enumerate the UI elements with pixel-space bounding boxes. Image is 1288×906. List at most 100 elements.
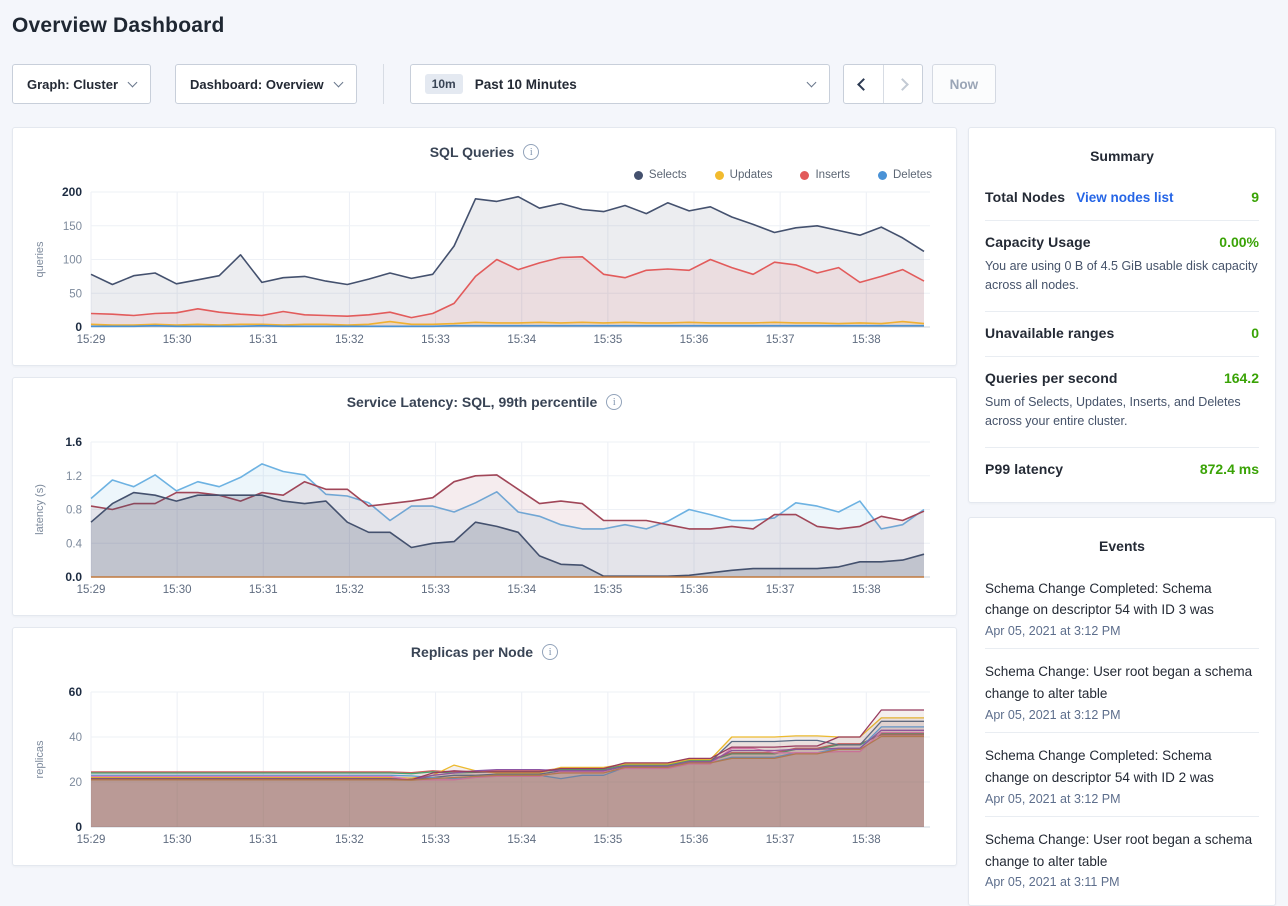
legend-label: Inserts <box>815 169 850 181</box>
chart-legend <box>29 664 940 686</box>
time-range-dropdown[interactable]: 10m Past 10 Minutes <box>410 64 830 104</box>
svg-text:15:32: 15:32 <box>335 584 364 596</box>
time-range-badge: 10m <box>425 74 463 94</box>
info-icon[interactable] <box>523 144 539 160</box>
main-content: SQL Queries Selects Updates Inserts Deletes… <box>12 127 1276 906</box>
summary-value: 0.00% <box>1219 234 1259 250</box>
sql-queries-plot[interactable]: 15:2915:3015:3115:3215:3315:3415:3515:36… <box>29 186 942 349</box>
svg-text:15:35: 15:35 <box>593 834 622 846</box>
svg-text:15:33: 15:33 <box>421 834 450 846</box>
svg-text:200: 200 <box>62 186 82 199</box>
summary-value: 0 <box>1251 325 1259 341</box>
side-column: Summary Total Nodes View nodes list 9 Ca… <box>968 127 1276 906</box>
svg-text:15:30: 15:30 <box>163 834 192 846</box>
legend-dot-icon <box>878 171 887 180</box>
svg-text:15:30: 15:30 <box>163 334 192 346</box>
svg-text:15:32: 15:32 <box>335 834 364 846</box>
now-button[interactable]: Now <box>932 64 997 104</box>
event-timestamp: Apr 05, 2021 at 3:12 PM <box>985 792 1259 806</box>
svg-text:15:33: 15:33 <box>421 334 450 346</box>
event-text[interactable]: Schema Change: User root began a schema … <box>985 661 1259 705</box>
svg-text:15:34: 15:34 <box>507 334 536 346</box>
legend-label: Selects <box>649 169 687 181</box>
legend-item[interactable]: Selects <box>634 169 687 181</box>
summary-subtext: You are using 0 B of 4.5 GiB usable disk… <box>985 257 1259 296</box>
time-next-button[interactable] <box>883 65 922 103</box>
svg-text:15:36: 15:36 <box>680 834 709 846</box>
svg-text:15:37: 15:37 <box>766 584 795 596</box>
svg-text:150: 150 <box>63 221 82 233</box>
summary-label: Capacity Usage <box>985 234 1091 250</box>
legend-dot-icon <box>715 171 724 180</box>
event-text[interactable]: Schema Change Completed: Schema change o… <box>985 745 1259 789</box>
event-timestamp: Apr 05, 2021 at 3:12 PM <box>985 708 1259 722</box>
summary-label: Unavailable ranges <box>985 325 1114 341</box>
legend-item[interactable]: Inserts <box>800 169 850 181</box>
time-prev-button[interactable] <box>844 65 883 103</box>
event-text[interactable]: Schema Change: User root began a schema … <box>985 829 1259 873</box>
svg-text:15:29: 15:29 <box>77 834 106 846</box>
graph-dropdown[interactable]: Graph: Cluster <box>12 64 151 104</box>
page-title: Overview Dashboard <box>12 14 1276 38</box>
legend-item[interactable]: Deletes <box>878 169 932 181</box>
svg-text:15:36: 15:36 <box>680 334 709 346</box>
summary-panel: Summary Total Nodes View nodes list 9 Ca… <box>968 127 1276 503</box>
event-text[interactable]: Schema Change Completed: Schema change o… <box>985 578 1259 622</box>
service-latency-plot[interactable]: 15:2915:3015:3115:3215:3315:3415:3515:36… <box>29 436 942 599</box>
svg-text:0: 0 <box>75 320 82 334</box>
dashboard-dropdown-label: Dashboard: Overview <box>190 77 324 92</box>
summary-label: P99 latency <box>985 461 1063 477</box>
svg-text:15:31: 15:31 <box>249 334 278 346</box>
sql-queries-chart-card: SQL Queries Selects Updates Inserts Deletes… <box>12 127 957 366</box>
svg-text:15:29: 15:29 <box>77 584 106 596</box>
summary-row-capacity-usage: Capacity Usage 0.00% You are using 0 B o… <box>985 221 1259 312</box>
chevron-left-icon <box>857 78 870 91</box>
toolbar: Graph: Cluster Dashboard: Overview 10m P… <box>12 64 1276 104</box>
info-icon[interactable] <box>606 394 622 410</box>
svg-text:15:37: 15:37 <box>766 334 795 346</box>
summary-row-queries-per-second: Queries per second 164.2 Sum of Selects,… <box>985 357 1259 448</box>
summary-label: Total Nodes <box>985 189 1065 205</box>
svg-text:60: 60 <box>69 686 83 699</box>
svg-text:15:34: 15:34 <box>507 584 536 596</box>
dashboard-dropdown[interactable]: Dashboard: Overview <box>175 64 357 104</box>
svg-text:1.6: 1.6 <box>65 436 82 449</box>
event-timestamp: Apr 05, 2021 at 3:11 PM <box>985 875 1259 889</box>
events-panel: Events Schema Change Completed: Schema c… <box>968 517 1276 906</box>
charts-column: SQL Queries Selects Updates Inserts Deletes… <box>12 127 957 877</box>
time-nav-group <box>843 64 923 104</box>
events-title: Events <box>985 532 1259 566</box>
chevron-down-icon <box>806 77 816 87</box>
svg-text:20: 20 <box>69 777 82 789</box>
summary-row-p99-latency: P99 latency 872.4 ms <box>985 448 1259 492</box>
chart-title: SQL Queries <box>430 144 515 160</box>
replicas-per-node-plot[interactable]: 15:2915:3015:3115:3215:3315:3415:3515:36… <box>29 686 942 849</box>
summary-label: Queries per second <box>985 370 1118 386</box>
event-item: Schema Change: User root began a schema … <box>985 649 1259 733</box>
svg-text:latency (s): latency (s) <box>34 484 46 535</box>
service-latency-chart-card: Service Latency: SQL, 99th percentile 15… <box>12 377 957 616</box>
svg-text:100: 100 <box>63 255 82 267</box>
replicas-per-node-chart-card: Replicas per Node 15:2915:3015:3115:3215… <box>12 627 957 866</box>
svg-text:15:35: 15:35 <box>593 584 622 596</box>
legend-dot-icon <box>634 171 643 180</box>
event-item: Schema Change: User root began a schema … <box>985 817 1259 900</box>
info-icon[interactable] <box>542 644 558 660</box>
chevron-right-icon <box>896 78 909 91</box>
chart-legend <box>29 414 940 436</box>
time-range-label: Past 10 Minutes <box>475 77 577 92</box>
legend-item[interactable]: Updates <box>715 169 773 181</box>
svg-text:15:37: 15:37 <box>766 834 795 846</box>
event-timestamp: Apr 05, 2021 at 3:12 PM <box>985 624 1259 638</box>
summary-subtext: Sum of Selects, Updates, Inserts, and De… <box>985 393 1259 432</box>
event-item: Schema Change Completed: Schema change o… <box>985 566 1259 650</box>
svg-text:15:31: 15:31 <box>249 584 278 596</box>
toolbar-divider <box>383 64 384 104</box>
svg-text:15:29: 15:29 <box>77 334 106 346</box>
svg-text:0: 0 <box>75 820 82 834</box>
svg-text:15:35: 15:35 <box>593 334 622 346</box>
page: Overview Dashboard Graph: Cluster Dashbo… <box>0 14 1288 906</box>
svg-text:40: 40 <box>69 732 82 744</box>
view-nodes-list-link[interactable]: View nodes list <box>1076 190 1173 205</box>
summary-value: 164.2 <box>1224 370 1259 386</box>
